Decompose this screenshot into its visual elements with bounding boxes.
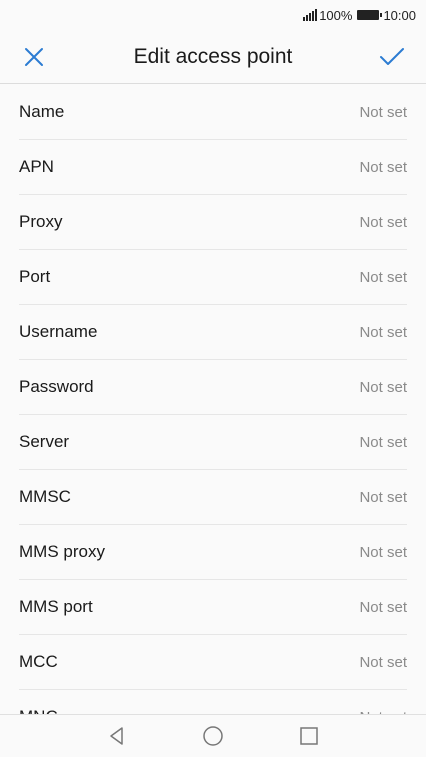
- app-header: Edit access point: [0, 30, 426, 84]
- recents-square-icon: [300, 727, 318, 745]
- setting-value: Not set: [359, 103, 407, 121]
- setting-value: Not set: [359, 543, 407, 561]
- setting-value: Not set: [359, 653, 407, 671]
- setting-label: MMS port: [19, 597, 93, 616]
- setting-label: Server: [19, 432, 70, 451]
- settings-list: Name Not set APN Not set Proxy Not set Port Not…: [0, 85, 426, 714]
- back-triangle-icon: [110, 727, 123, 745]
- recents-button[interactable]: [297, 724, 321, 748]
- close-icon: [25, 47, 43, 66]
- setting-row[interactable]: APN Not set: [19, 140, 407, 195]
- setting-row[interactable]: MMSC Not set: [19, 470, 407, 525]
- setting-label: Username: [19, 322, 98, 341]
- setting-row[interactable]: Name Not set: [19, 85, 407, 140]
- setting-label: MMS proxy: [19, 542, 105, 561]
- setting-label: Name: [19, 102, 65, 121]
- setting-value: Not set: [359, 268, 407, 286]
- close-button[interactable]: [20, 43, 48, 71]
- signal-icon: [303, 9, 318, 21]
- setting-label: MCC: [19, 652, 58, 671]
- setting-value: Not set: [359, 323, 407, 341]
- check-icon: [379, 47, 404, 65]
- setting-row[interactable]: MNCNot set: [19, 690, 407, 714]
- setting-row[interactable]: Port Not set: [19, 250, 407, 305]
- screen: 100% 10:00 Edit access point Name Not set…: [0, 0, 426, 757]
- setting-value: Not set: [359, 378, 407, 396]
- setting-label: APN: [19, 157, 54, 176]
- setting-value: Not set: [359, 488, 407, 506]
- setting-row[interactable]: Username Not set: [19, 305, 407, 360]
- setting-row[interactable]: Password Not set: [19, 360, 407, 415]
- setting-label: Password: [19, 377, 94, 396]
- setting-value: Not set: [359, 433, 407, 451]
- setting-row[interactable]: Server Not set: [19, 415, 407, 470]
- setting-value: Not set: [359, 598, 407, 616]
- home-button[interactable]: [201, 724, 225, 748]
- setting-label: MMSC: [19, 487, 71, 506]
- setting-label: Port: [19, 267, 51, 286]
- status-bar: 100% 10:00: [0, 0, 426, 30]
- navigation-bar: [0, 714, 426, 757]
- setting-row[interactable]: Proxy Not set: [19, 195, 407, 250]
- setting-label: Proxy: [19, 212, 63, 231]
- battery-percent: 100%: [319, 7, 353, 23]
- battery-icon: [357, 10, 383, 20]
- setting-label: MNC: [19, 707, 58, 714]
- setting-row[interactable]: MMS proxy Not set: [19, 525, 407, 580]
- setting-value: Not set: [359, 158, 407, 176]
- setting-row[interactable]: MMS port Not set: [19, 580, 407, 635]
- back-button[interactable]: [105, 724, 129, 748]
- setting-row[interactable]: MCC Not set: [19, 635, 407, 690]
- clock: 10:00: [383, 7, 416, 23]
- setting-value: Not set: [359, 213, 407, 231]
- home-circle-icon: [203, 726, 223, 746]
- confirm-button[interactable]: [378, 43, 406, 71]
- page-title: Edit access point: [133, 44, 293, 68]
